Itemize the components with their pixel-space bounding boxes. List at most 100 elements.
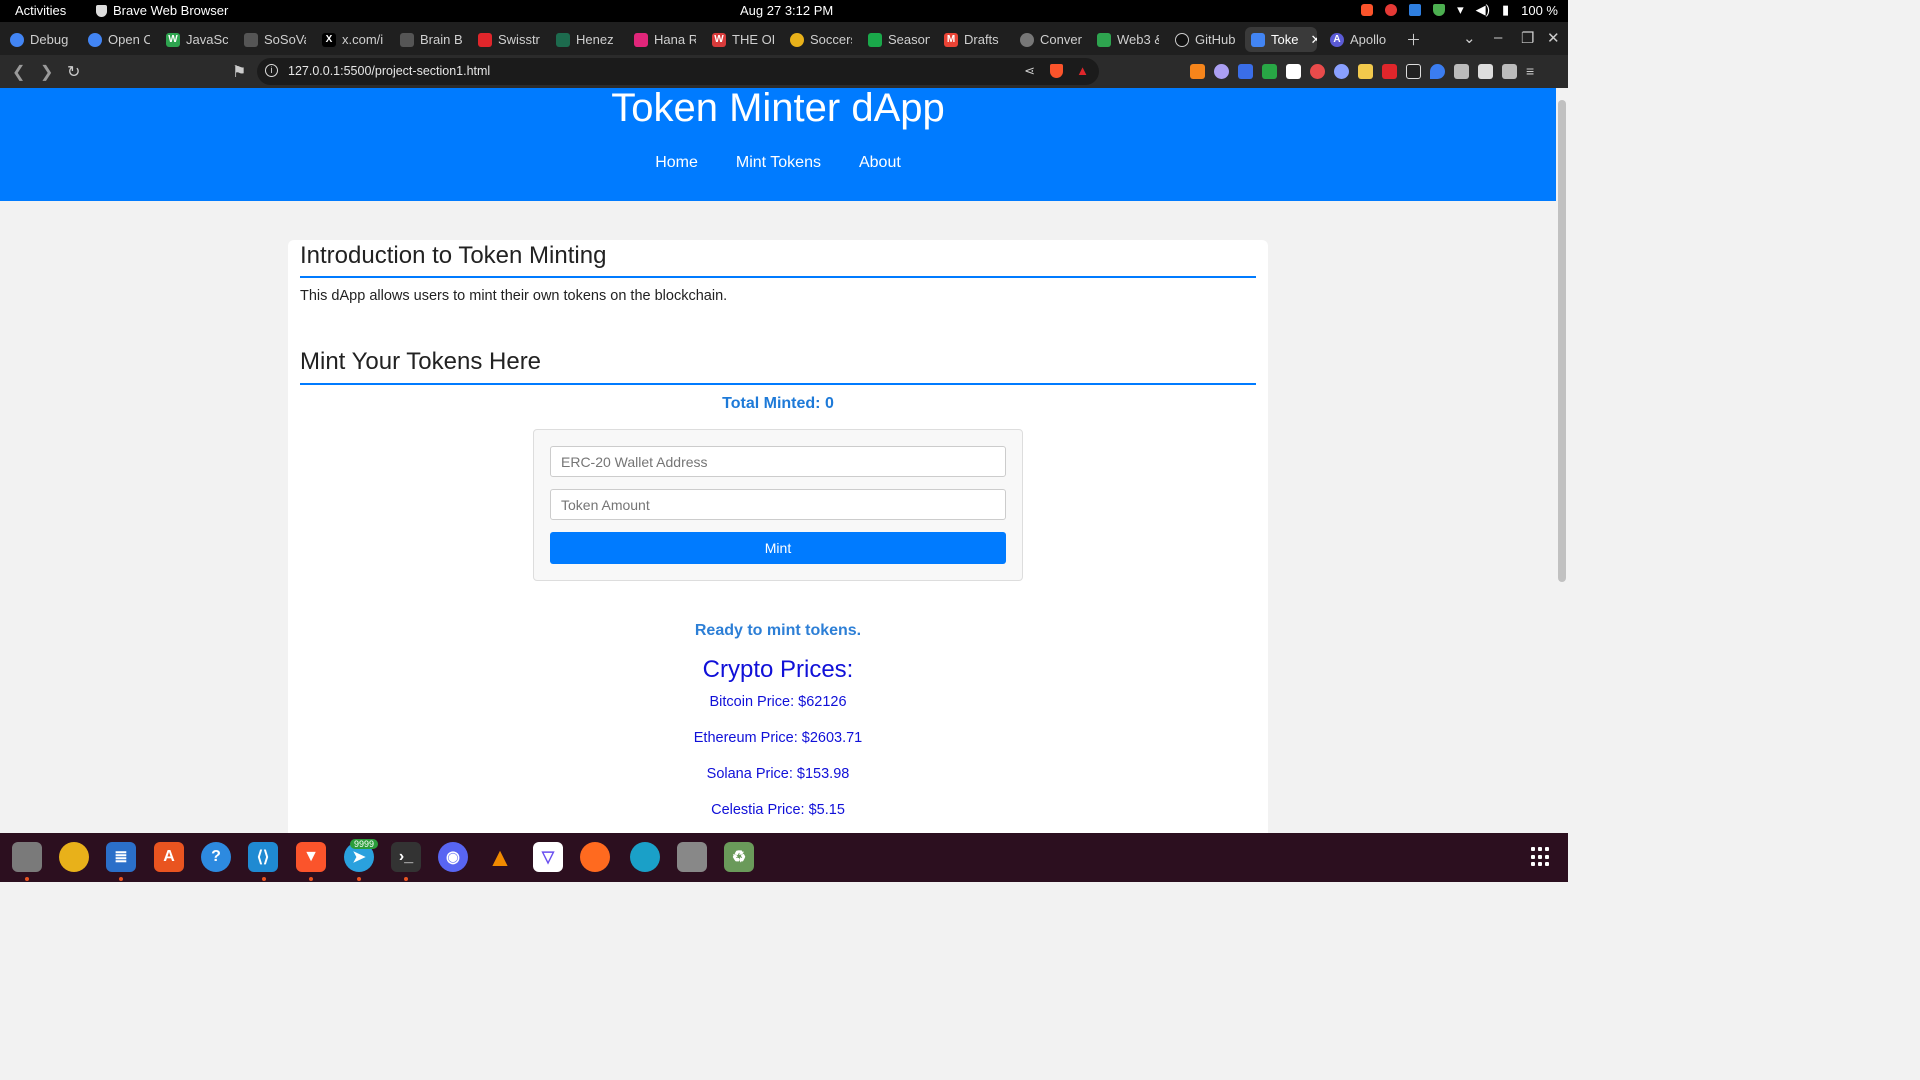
extensions-bar: ≡ — [1190, 63, 1534, 79]
running-indicator — [404, 877, 408, 881]
tab-favicon-icon — [634, 32, 648, 47]
tab[interactable]: Xx.com/i — [322, 27, 384, 52]
nav-about-link[interactable]: About — [859, 154, 901, 172]
share-icon[interactable]: ⋖ — [1024, 63, 1035, 79]
brave-tray-icon[interactable] — [1361, 4, 1374, 16]
okx-icon[interactable] — [1286, 63, 1301, 79]
activities-button[interactable]: Activities — [15, 3, 66, 18]
chart-extension-icon[interactable] — [1262, 63, 1277, 79]
tab[interactable]: Season — [868, 27, 930, 52]
bookmark-icon[interactable]: ⚑ — [232, 62, 246, 82]
tab[interactable]: Swisstr — [478, 27, 540, 52]
metamask-icon[interactable] — [1190, 63, 1205, 79]
address-bar[interactable]: i 127.0.0.1:5500/project-section1.html ⋖… — [257, 58, 1099, 85]
bitcoin-price: Bitcoin Price: $62126 — [709, 694, 847, 710]
tab[interactable]: Soccers — [790, 27, 852, 52]
total-minted: Total Minted: 0 — [722, 395, 834, 412]
scrollbar-thumb[interactable] — [1558, 100, 1566, 582]
app-menu[interactable]: Brave Web Browser — [96, 3, 228, 18]
volume-icon[interactable]: ◀) — [1476, 2, 1490, 18]
page-scrollbar[interactable] — [1556, 88, 1568, 833]
keplr-icon[interactable] — [1238, 63, 1253, 79]
info-extension-icon[interactable] — [1406, 63, 1421, 79]
app-center-icon[interactable]: A — [154, 842, 184, 872]
tab-favicon-icon — [10, 32, 24, 47]
telegram-badge: 9999 — [350, 839, 379, 849]
chrome-tray-icon[interactable] — [1385, 4, 1398, 16]
site-info-icon[interactable]: i — [265, 64, 278, 77]
brave-shields-icon[interactable] — [1050, 64, 1063, 78]
new-tab-button[interactable]: ＋ — [1406, 29, 1421, 50]
page-viewport: Token Minter dApp Home Mint Tokens About… — [0, 88, 1556, 833]
trash-icon[interactable]: ♻ — [724, 842, 754, 872]
writer-icon[interactable]: ≣ — [106, 842, 136, 872]
mint-button[interactable]: Mint — [550, 532, 1006, 564]
reload-icon[interactable]: ↻ — [67, 62, 80, 82]
maximize-button[interactable]: ❐ — [1521, 29, 1534, 47]
tab-search-icon[interactable]: ⌄ — [1463, 29, 1476, 47]
tab[interactable]: Debug — [10, 27, 78, 52]
back-icon[interactable]: ❮ — [12, 62, 25, 82]
show-apps-icon[interactable] — [1531, 847, 1551, 867]
rhythmbox-icon[interactable] — [59, 842, 89, 872]
extensions-puzzle-icon[interactable] — [1454, 63, 1469, 79]
sidebar-icon[interactable] — [1478, 63, 1493, 79]
tab[interactable]: Web3 & — [1097, 27, 1159, 52]
tab[interactable]: GitHub — [1175, 27, 1237, 52]
tab-bar: Debug Open C WJavaScr SoSoVa Xx.com/i Br… — [0, 22, 1568, 55]
brave-rewards-icon[interactable]: ▲ — [1076, 63, 1089, 78]
brave-icon[interactable]: ▼ — [296, 842, 326, 872]
token-amount-input[interactable] — [550, 489, 1006, 520]
tab[interactable]: SoSoVa — [244, 27, 306, 52]
nav-mint-tokens-link[interactable]: Mint Tokens — [736, 154, 821, 172]
wifi-icon[interactable]: ▾ — [1457, 2, 1464, 18]
tab[interactable]: A Apollo — [1330, 27, 1392, 52]
app-name: Brave Web Browser — [113, 3, 229, 18]
tab[interactable]: Hana R — [634, 27, 696, 52]
tab-favicon-icon — [478, 32, 492, 47]
status-message: Ready to mint tokens. — [694, 622, 862, 639]
lock-extension-icon[interactable] — [1382, 63, 1397, 79]
nav-home-link[interactable]: Home — [655, 154, 698, 172]
tab-favicon-icon: W — [166, 32, 180, 47]
download-tray-icon[interactable] — [1409, 4, 1422, 16]
shield-tray-icon[interactable] — [1433, 4, 1446, 16]
tab[interactable]: M Drafts — [944, 27, 1006, 52]
page-title: Token Minter dApp — [611, 88, 945, 130]
terminal-icon[interactable]: ›_ — [391, 842, 421, 872]
minimize-button[interactable]: – — [1494, 29, 1502, 46]
clock[interactable]: Aug 27 3:12 PM — [740, 3, 833, 18]
tab[interactable]: Brain B — [400, 27, 462, 52]
firefox-icon[interactable] — [580, 842, 610, 872]
tab[interactable]: WJavaScr — [166, 27, 228, 52]
dock: ≣ A ? ⟨⟩ ▼ ➤ 9999 ›_ ◉ ▲ ▽ ♻ — [0, 833, 1568, 882]
edge-icon[interactable] — [630, 842, 660, 872]
close-icon[interactable]: ✕ — [1310, 32, 1317, 48]
tab-active[interactable]: Toke ✕ — [1245, 27, 1317, 52]
vlc-icon[interactable]: ▲ — [485, 842, 515, 872]
flash-extension-icon[interactable] — [1358, 63, 1373, 79]
archive-icon[interactable] — [677, 842, 707, 872]
ghost-extension-icon[interactable] — [1334, 63, 1349, 79]
phantom-icon[interactable] — [1214, 63, 1229, 79]
tab[interactable]: Open C — [88, 27, 150, 52]
tab-favicon-icon: A — [1330, 32, 1344, 47]
vscode-icon[interactable]: ⟨⟩ — [248, 842, 278, 872]
tab[interactable]: Henez — [556, 27, 618, 52]
content-card: Introduction to Token Minting This dApp … — [288, 240, 1268, 833]
rabby-icon[interactable] — [1310, 63, 1325, 79]
wallet-address-input[interactable] — [550, 446, 1006, 477]
system-tray[interactable]: ▾ ◀) ▮ 100 % — [1361, 2, 1558, 18]
window-close-button[interactable]: ✕ — [1547, 29, 1560, 47]
tab[interactable]: Conver — [1020, 27, 1082, 52]
battery-icon[interactable]: ▮ — [1502, 2, 1509, 18]
wallet-icon[interactable] — [1502, 63, 1517, 79]
files-icon[interactable] — [12, 842, 42, 872]
proton-vpn-icon[interactable]: ▽ — [533, 842, 563, 872]
forward-icon[interactable]: ❯ — [40, 62, 53, 82]
tab[interactable]: WTHE OD — [712, 27, 774, 52]
help-icon[interactable]: ? — [201, 842, 231, 872]
drop-extension-icon[interactable] — [1430, 63, 1445, 79]
discord-icon[interactable]: ◉ — [438, 842, 468, 872]
menu-icon[interactable]: ≡ — [1526, 63, 1534, 79]
